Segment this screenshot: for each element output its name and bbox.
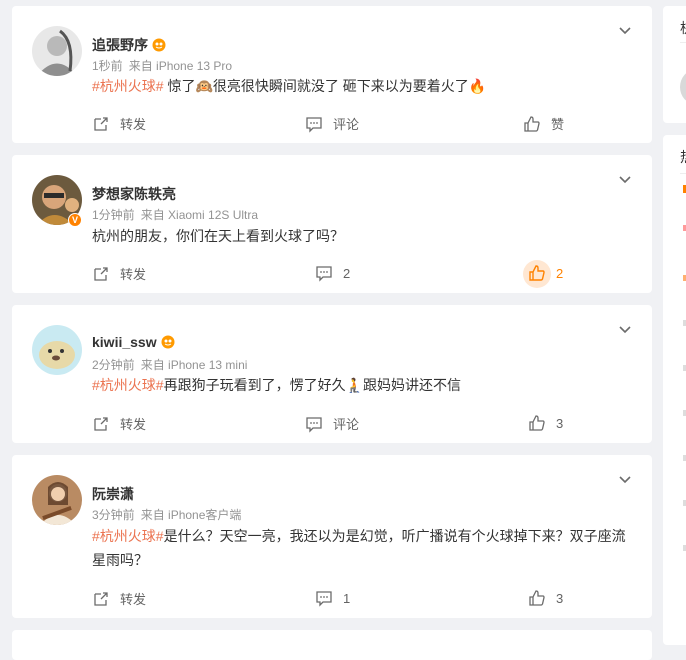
repost-button[interactable]: 转发 xyxy=(92,414,146,433)
like-label: 赞 xyxy=(551,117,565,132)
sidebar-avatar[interactable] xyxy=(680,70,686,104)
repost-icon xyxy=(94,266,108,281)
thumbs-up-icon xyxy=(529,415,545,431)
comment-button[interactable]: 1 xyxy=(315,589,350,607)
post-body: 惊了🙉很亮很快瞬间就没了 砸下来以为要着火了🔥 xyxy=(163,78,487,94)
like-count: 3 xyxy=(556,590,564,606)
repost-label: 转发 xyxy=(120,267,147,282)
sidebar-card-top: 杭 xyxy=(663,6,686,123)
comment-label: 评论 xyxy=(333,417,360,432)
user-name[interactable]: 追張野序 xyxy=(92,35,166,55)
avatar[interactable] xyxy=(32,475,82,525)
user-name[interactable]: 阮崇潇 xyxy=(92,484,134,504)
post-text: 杭州的朋友，你们在天上看到火球了吗？ xyxy=(92,224,632,248)
chevron-down-icon[interactable] xyxy=(618,323,632,337)
sidebar-hot-text: 热 xyxy=(680,147,686,167)
feed-card-partial xyxy=(12,630,652,660)
user-name-text[interactable]: 阮崇潇 xyxy=(92,484,134,504)
repost-label: 转发 xyxy=(120,117,147,132)
topic-link[interactable]: #杭州火球# xyxy=(92,528,164,544)
sidebar-top-text: 杭 xyxy=(680,18,686,38)
avatar[interactable] xyxy=(32,26,82,76)
post-source: 来自 iPhone 13 mini xyxy=(140,358,248,372)
post-source: 来自 iPhone 13 Pro xyxy=(128,59,233,73)
post-meta: 3分钟前 来自 iPhone客户端 xyxy=(92,506,241,523)
comment-button[interactable]: 评论 xyxy=(305,414,359,433)
chevron-down-icon[interactable] xyxy=(618,173,632,187)
thumbs-up-icon xyxy=(529,590,545,606)
post-actions: 转发 评论 赞 xyxy=(92,114,652,134)
post-time[interactable]: 3分钟前 xyxy=(92,508,135,522)
thumbs-up-icon xyxy=(524,115,540,132)
post-text: #杭州火球#是什么？天空一亮，我还以为是幻觉，听广播说有个火球掉下来？双子座流 … xyxy=(92,524,632,572)
post-body: 是什么？天空一亮，我还以为是幻觉，听广播说有个火球掉下来？双子座流 xyxy=(163,528,626,544)
post-time[interactable]: 2分钟前 xyxy=(92,358,135,372)
like-button[interactable]: 2 xyxy=(523,260,564,288)
avatar[interactable] xyxy=(32,325,82,375)
post-text: #杭州火球#再跟狗子玩看到了，愣了好久🧎跟妈妈讲还不信 xyxy=(92,373,632,397)
post-time[interactable]: 1分钟前 xyxy=(92,208,135,222)
topic-link[interactable]: #杭州火球# xyxy=(92,78,164,94)
topic-link[interactable]: #杭州火球# xyxy=(92,377,164,393)
comment-icon xyxy=(306,116,322,133)
post-actions: 转发 评论 3 xyxy=(92,414,652,434)
member-badge-icon xyxy=(161,335,175,349)
like-count: 3 xyxy=(556,415,564,431)
member-badge-icon xyxy=(152,38,166,52)
post-meta: 1秒前 来自 iPhone 13 Pro xyxy=(92,57,232,74)
feed-card: V 梦想家陈轶亮 1分钟前 来自 Xiaomi 12S Ultra 杭州的朋友，你… xyxy=(12,155,652,293)
feed-card: 追張野序 1秒前 来自 iPhone 13 Pro #杭州火球# 惊了🙉很亮很快瞬… xyxy=(12,6,652,143)
chevron-down-icon[interactable] xyxy=(618,473,632,487)
post-meta: 1分钟前 来自 Xiaomi 12S Ultra xyxy=(92,206,258,223)
comment-count: 2 xyxy=(343,265,351,281)
post-text: #杭州火球# 惊了🙉很亮很快瞬间就没了 砸下来以为要着火了🔥 xyxy=(92,74,632,98)
verified-badge-icon: V xyxy=(68,213,82,227)
post-actions: 转发 1 3 xyxy=(92,589,652,609)
post-body-line2: 星雨吗？ xyxy=(92,552,148,568)
comment-icon xyxy=(306,416,322,433)
comment-icon xyxy=(316,266,332,282)
repost-icon xyxy=(94,591,108,606)
post-time[interactable]: 1秒前 xyxy=(92,59,123,73)
repost-icon xyxy=(94,416,108,431)
user-name-text[interactable]: 梦想家陈轶亮 xyxy=(92,184,176,204)
repost-button[interactable]: 转发 xyxy=(92,114,146,133)
user-name[interactable]: kiwii_ssw xyxy=(92,334,175,350)
post-source: 来自 iPhone客户端 xyxy=(140,508,242,522)
repost-button[interactable]: 转发 xyxy=(92,589,146,608)
like-button[interactable]: 赞 xyxy=(523,114,564,133)
post-body: 杭州的朋友，你们在天上看到火球了吗？ xyxy=(92,228,344,244)
post-source: 来自 Xiaomi 12S Ultra xyxy=(140,208,259,222)
repost-icon xyxy=(94,116,108,131)
thumbs-up-icon xyxy=(529,265,545,281)
user-name[interactable]: 梦想家陈轶亮 xyxy=(92,184,176,204)
chevron-down-icon[interactable] xyxy=(618,24,632,38)
divider xyxy=(680,173,686,174)
like-count: 2 xyxy=(556,265,564,281)
like-button[interactable]: 3 xyxy=(528,589,563,607)
like-button[interactable]: 3 xyxy=(528,414,563,432)
repost-label: 转发 xyxy=(120,417,147,432)
comment-label: 评论 xyxy=(333,117,360,132)
sidebar-card-hot: 热 xyxy=(663,135,686,645)
post-body: 再跟狗子玩看到了，愣了好久🧎跟妈妈讲还不信 xyxy=(163,377,462,393)
feed-card: kiwii_ssw 2分钟前 来自 iPhone 13 mini #杭州火球#再跟… xyxy=(12,305,652,443)
user-name-text[interactable]: kiwii_ssw xyxy=(92,334,157,350)
comment-icon xyxy=(316,591,332,607)
repost-button[interactable]: 转发 xyxy=(92,264,146,283)
user-name-text[interactable]: 追張野序 xyxy=(92,35,148,55)
feed-card: 阮崇潇 3分钟前 来自 iPhone客户端 #杭州火球#是什么？天空一亮，我还以为… xyxy=(12,455,652,618)
post-actions: 转发 2 2 xyxy=(92,260,652,288)
post-meta: 2分钟前 来自 iPhone 13 mini xyxy=(92,356,247,373)
divider xyxy=(680,42,686,43)
comment-button[interactable]: 评论 xyxy=(305,114,359,133)
comment-count: 1 xyxy=(343,590,351,606)
comment-button[interactable]: 2 xyxy=(315,264,350,282)
repost-label: 转发 xyxy=(120,592,147,607)
